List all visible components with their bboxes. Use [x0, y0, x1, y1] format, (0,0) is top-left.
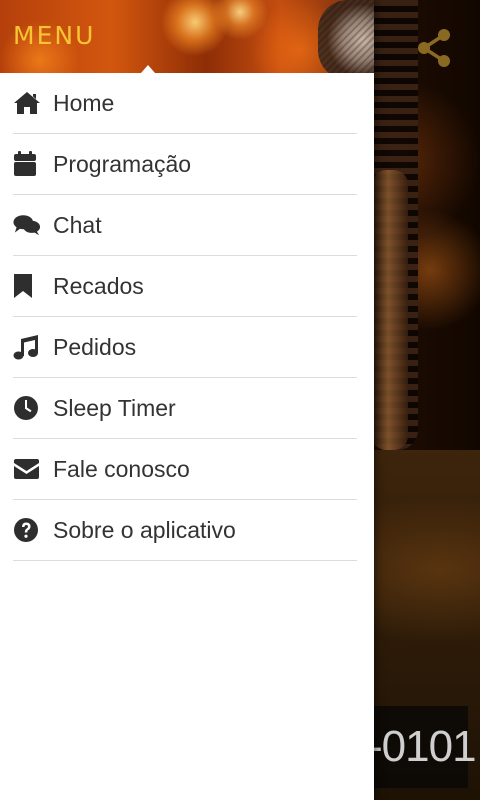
menu-label-recados: Recados — [53, 272, 144, 299]
phone-number-banner: -0101 — [368, 706, 477, 788]
menu-item-pedidos[interactable]: Pedidos — [13, 317, 357, 378]
phone-number-text: -0101 — [368, 722, 477, 771]
menu-label-programacao: Programação — [53, 150, 192, 177]
music-note-icon — [13, 333, 41, 361]
drawer-header: MENU — [0, 0, 374, 73]
menu-item-fale-conosco[interactable]: Fale conosco — [13, 439, 357, 500]
home-icon — [13, 89, 41, 117]
menu-item-home[interactable]: Home — [13, 73, 357, 134]
background-microphone-stand — [372, 170, 408, 450]
envelope-icon — [13, 455, 41, 483]
calendar-icon — [13, 150, 41, 178]
menu-label-fale-conosco: Fale conosco — [53, 455, 190, 482]
menu-list: Home Programação Chat Recados Pedidos Sl… — [0, 73, 374, 561]
menu-label-home: Home — [53, 89, 115, 116]
menu-item-chat[interactable]: Chat — [13, 195, 357, 256]
menu-item-programacao[interactable]: Programação — [13, 134, 357, 195]
chat-bubbles-icon — [13, 211, 41, 239]
menu-item-recados[interactable]: Recados — [13, 256, 357, 317]
menu-label-sobre-o-aplicativo: Sobre o aplicativo — [53, 516, 236, 543]
menu-item-sleep-timer[interactable]: Sleep Timer — [13, 378, 357, 439]
menu-label-pedidos: Pedidos — [53, 333, 137, 360]
bookmark-icon — [13, 272, 41, 300]
header-microphone-image — [318, 0, 374, 73]
share-button[interactable] — [414, 28, 454, 68]
share-icon — [418, 29, 450, 67]
clock-icon — [13, 394, 41, 422]
drawer-title: MENU — [13, 21, 96, 50]
navigation-drawer: MENU Home Programação Chat Recados Pedid… — [0, 0, 374, 800]
question-circle-icon — [13, 516, 41, 544]
menu-label-chat: Chat — [53, 211, 102, 238]
menu-label-sleep-timer: Sleep Timer — [53, 394, 176, 421]
header-caret — [141, 65, 155, 73]
menu-item-sobre-o-aplicativo[interactable]: Sobre o aplicativo — [13, 500, 357, 561]
